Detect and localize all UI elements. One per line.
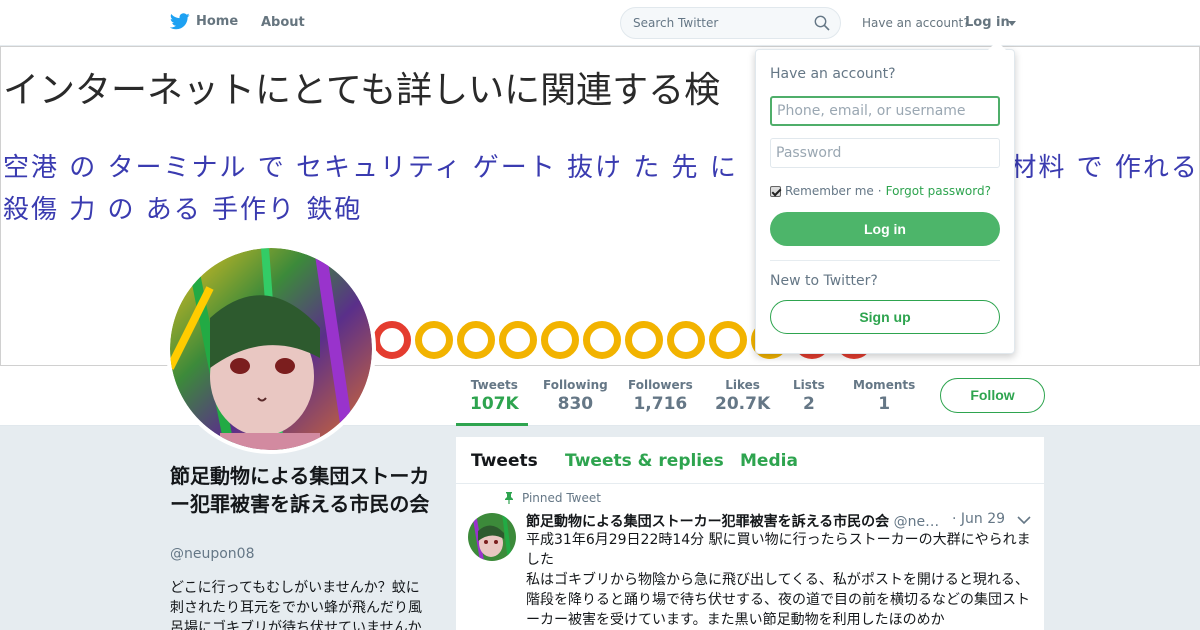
search-icon[interactable] — [814, 15, 830, 31]
stat-lists[interactable]: Lists 2 — [793, 378, 825, 414]
caret-down-icon[interactable] — [1008, 21, 1016, 26]
stat-followers[interactable]: Followers 1,716 — [628, 378, 693, 414]
divider — [770, 260, 1000, 261]
login-dropdown: Have an account? Remember me · Forgot pa… — [755, 41, 1015, 354]
active-tab-indicator — [456, 423, 528, 426]
pinned-label: Pinned Tweet — [522, 491, 601, 505]
stat-value: 1,716 — [633, 394, 688, 414]
follow-button[interactable]: Follow — [940, 378, 1045, 413]
nav-about-link[interactable]: About — [261, 15, 305, 30]
stat-label: Followers — [628, 378, 693, 392]
stat-label: Moments — [853, 378, 916, 392]
signup-button[interactable]: Sign up — [770, 300, 1000, 334]
profile-bio: どこに行ってもむしがいませんか？蚊に刺されたり耳元をでかい蜂が飛んだり風呂場にゴ… — [170, 580, 422, 630]
password-field[interactable] — [770, 138, 1000, 168]
nav-home-link[interactable]: Home — [170, 13, 238, 30]
remember-me-checkbox[interactable] — [770, 185, 781, 197]
tweet-avatar[interactable] — [468, 513, 516, 561]
nav-home-label: Home — [196, 14, 239, 29]
new-to-twitter-text: New to Twitter? — [770, 273, 878, 289]
separator-dot: · — [877, 184, 882, 198]
have-account-text: Have an account? — [862, 16, 970, 30]
profile-name[interactable]: 節足動物による集団ストーカー犯罪被害を訴える市民の会 — [170, 462, 435, 518]
top-nav-bar: Home About Search Twitter Have an accoun… — [0, 0, 1200, 46]
banner-text-line1: インターネットにとても詳しいに関連する検 — [3, 70, 721, 111]
avatar-image — [170, 248, 372, 450]
tab-tweets-replies[interactable]: Tweets & replies — [565, 451, 724, 471]
twitter-bird-icon — [170, 13, 190, 30]
login-toggle[interactable]: Log in — [965, 15, 1010, 30]
stat-label: Likes — [725, 378, 760, 392]
pin-icon — [505, 492, 513, 504]
profile-handle[interactable]: @neupon08 — [170, 546, 255, 562]
login-button[interactable]: Log in — [770, 212, 1000, 246]
chevron-down-icon[interactable] — [1017, 515, 1031, 525]
search-input[interactable]: Search Twitter — [620, 7, 841, 39]
stat-following[interactable]: Following 830 — [543, 378, 608, 414]
tab-tweets[interactable]: Tweets — [471, 451, 538, 471]
stat-tweets[interactable]: Tweets 107K — [470, 378, 519, 414]
tab-media[interactable]: Media — [740, 451, 798, 471]
stat-value: 107K — [470, 394, 519, 414]
tweet-header: 節足動物による集団ストーカー犯罪被害を訴える市民の会 @ne… — [526, 511, 1026, 531]
tweet-timestamp[interactable]: · Jun 29 — [952, 511, 1005, 527]
tweet-text-line: 私はゴキブリから物陰から急に飛び出してくる、私がポストを開けると現れる、階段を降… — [526, 572, 1030, 628]
stat-label: Tweets — [470, 378, 518, 392]
dropdown-arrow — [988, 41, 1006, 50]
timeline-tabs: Tweets Tweets & replies Media — [456, 437, 1044, 484]
stat-label: Lists — [793, 378, 825, 392]
banner-text-line2: 空港 の ターミナル で セキュリティ ゲート 抜け た 先 に 材料 で 作れ… — [3, 153, 1199, 225]
pinned-tweet-context: Pinned Tweet — [504, 491, 601, 505]
stat-value: 830 — [557, 394, 594, 414]
timeline: Tweets Tweets & replies Media Pinned Twe… — [456, 437, 1044, 630]
stat-value: 2 — [802, 394, 815, 414]
stat-label: Following — [543, 378, 608, 392]
stat-value: 20.7K — [715, 394, 771, 414]
stat-value: 1 — [878, 394, 891, 414]
tweet-author-name[interactable]: 節足動物による集団ストーカー犯罪被害を訴える市民の会 — [526, 514, 889, 530]
stat-likes[interactable]: Likes 20.7K — [715, 378, 770, 414]
remember-me-row: Remember me · Forgot password? — [770, 184, 991, 198]
stat-moments[interactable]: Moments 1 — [853, 378, 915, 414]
dropdown-title: Have an account? — [770, 66, 896, 82]
tweet-text-line: 平成31年6月29日22時14分 駅に買い物に行ったらストーカーの大群にやられま… — [526, 532, 1031, 568]
forgot-password-link[interactable]: Forgot password? — [886, 184, 991, 198]
profile-avatar[interactable] — [166, 244, 376, 454]
remember-me-label[interactable]: Remember me — [785, 184, 874, 198]
username-field[interactable] — [770, 96, 1000, 126]
search-placeholder: Search Twitter — [633, 16, 719, 30]
tweet-text: 平成31年6月29日22時14分 駅に買い物に行ったらストーカーの大群にやられま… — [526, 530, 1034, 630]
tweet-author-handle[interactable]: @ne… — [894, 514, 940, 530]
